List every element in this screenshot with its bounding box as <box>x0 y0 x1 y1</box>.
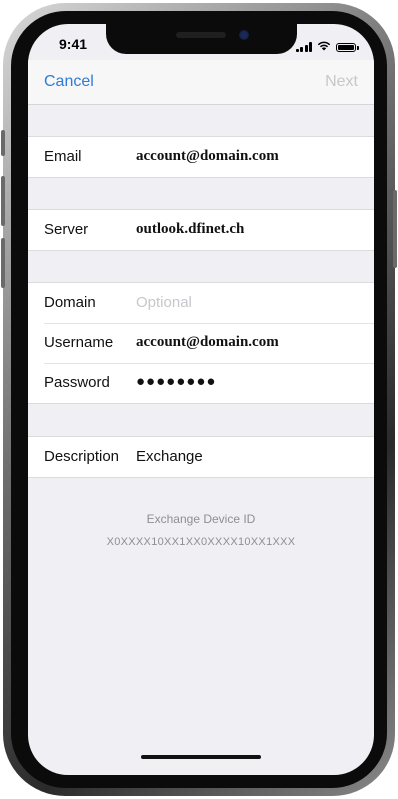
server-section: Server outlook.dfinet.ch <box>28 209 374 251</box>
signal-icon <box>295 42 312 52</box>
home-indicator[interactable] <box>141 755 261 759</box>
server-field[interactable]: outlook.dfinet.ch <box>136 221 244 238</box>
description-label: Description <box>44 448 120 465</box>
device-id-label: Exchange Device ID <box>146 512 256 526</box>
screen: 9:41 Cancel Next Email account@domain.co… <box>28 24 374 775</box>
password-row[interactable]: Password ●●●●●●●● <box>28 363 374 403</box>
volume-down-button <box>1 238 5 288</box>
domain-field[interactable]: Optional <box>136 294 192 311</box>
username-row[interactable]: Username account@domain.com <box>28 323 374 363</box>
navigation-bar: Cancel Next <box>28 60 374 105</box>
email-section: Email account@domain.com <box>28 136 374 178</box>
status-icons <box>295 38 359 56</box>
credentials-section: Domain Optional Username account@domain.… <box>28 282 374 404</box>
mute-switch <box>1 130 5 156</box>
side-button <box>393 190 397 268</box>
email-label: Email <box>44 148 82 165</box>
description-field[interactable]: Exchange <box>136 448 203 465</box>
cancel-button[interactable]: Cancel <box>44 73 94 91</box>
domain-label: Domain <box>44 294 96 311</box>
server-label: Server <box>44 221 89 238</box>
next-button[interactable]: Next <box>325 73 358 91</box>
status-time: 9:41 <box>59 36 88 52</box>
username-label: Username <box>44 334 114 351</box>
email-field[interactable]: account@domain.com <box>136 148 279 165</box>
description-row[interactable]: Description Exchange <box>28 437 374 477</box>
password-field[interactable]: ●●●●●●●● <box>136 373 216 390</box>
email-row[interactable]: Email account@domain.com <box>28 137 374 177</box>
speaker-grille <box>176 32 226 38</box>
notch <box>106 24 297 54</box>
front-camera <box>239 30 249 40</box>
volume-up-button <box>1 176 5 226</box>
password-label: Password <box>44 374 110 391</box>
device-id-value: X0XXXX10XX1XX0XXXX10XX1XXX <box>106 536 296 548</box>
domain-row[interactable]: Domain Optional <box>28 283 374 323</box>
username-field[interactable]: account@domain.com <box>136 334 279 351</box>
server-row[interactable]: Server outlook.dfinet.ch <box>28 210 374 250</box>
battery-icon <box>336 42 359 52</box>
wifi-icon <box>317 38 331 56</box>
description-section: Description Exchange <box>28 436 374 478</box>
